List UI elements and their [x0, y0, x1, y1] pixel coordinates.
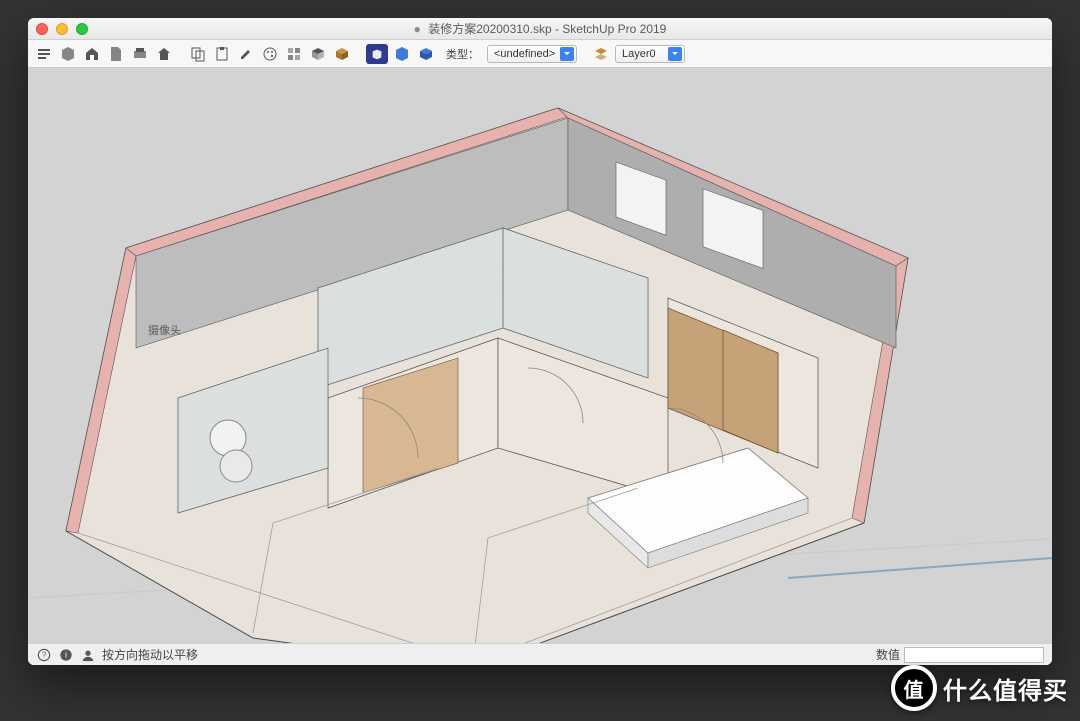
viewport-3d[interactable]: 摄像头: [28, 68, 1052, 643]
model-canvas: 摄像头: [28, 68, 1052, 643]
components-icon[interactable]: [58, 44, 78, 64]
value-input[interactable]: [904, 647, 1044, 663]
type-select-value: <undefined>: [494, 48, 555, 60]
model-info-icon[interactable]: [34, 44, 54, 64]
file-icon[interactable]: [106, 44, 126, 64]
palette-icon[interactable]: [260, 44, 280, 64]
user-icon[interactable]: [80, 647, 96, 663]
watermark-badge: 值: [891, 665, 937, 711]
house-icon[interactable]: [82, 44, 102, 64]
copy-icon[interactable]: [188, 44, 208, 64]
info-icon[interactable]: i: [58, 647, 74, 663]
block-icon[interactable]: [308, 44, 328, 64]
layer-select[interactable]: Layer0: [615, 45, 685, 63]
svg-text:i: i: [65, 650, 67, 659]
type-select[interactable]: <undefined>: [487, 45, 577, 63]
minimize-button[interactable]: [56, 23, 68, 35]
close-button[interactable]: [36, 23, 48, 35]
layer-select-value: Layer0: [622, 48, 656, 60]
home-icon[interactable]: [154, 44, 174, 64]
cube-icon[interactable]: [332, 44, 352, 64]
scene-label-camera: 摄像头: [148, 323, 181, 337]
chevron-down-icon: [560, 47, 574, 61]
titlebar: ● 装修方案20200310.skp - SketchUp Pro 2019: [28, 18, 1052, 40]
print-icon[interactable]: [130, 44, 150, 64]
zoom-button[interactable]: [76, 23, 88, 35]
chevron-down-icon: [668, 47, 682, 61]
type-label: 类型：: [446, 46, 479, 62]
value-label: 数值: [876, 646, 900, 663]
materials-icon[interactable]: [284, 44, 304, 64]
paste-icon[interactable]: [212, 44, 232, 64]
app-window: ● 装修方案20200310.skp - SketchUp Pro 2019 类…: [28, 18, 1052, 665]
toolbar: 类型： <undefined> Layer0: [28, 40, 1052, 68]
window-title: ● 装修方案20200310.skp - SketchUp Pro 2019: [28, 20, 1052, 37]
title-text: 装修方案20200310.skp - SketchUp Pro 2019: [428, 22, 666, 36]
extension-icon[interactable]: [392, 44, 412, 64]
svg-text:?: ?: [42, 650, 47, 659]
help-icon[interactable]: ?: [36, 647, 52, 663]
watermark-text: 什么值得买: [943, 671, 1068, 706]
watermark: 值 什么值得买: [891, 665, 1068, 711]
unsaved-indicator: ●: [414, 22, 421, 36]
3dwarehouse-icon[interactable]: [366, 44, 388, 64]
statusbar: ? i 按方向拖动以平移 数值: [28, 643, 1052, 665]
layers-icon[interactable]: [591, 44, 611, 64]
window-controls: [36, 23, 88, 35]
box-icon[interactable]: [416, 44, 436, 64]
statusbar-hint: 按方向拖动以平移: [102, 646, 198, 663]
paint-icon[interactable]: [236, 44, 256, 64]
